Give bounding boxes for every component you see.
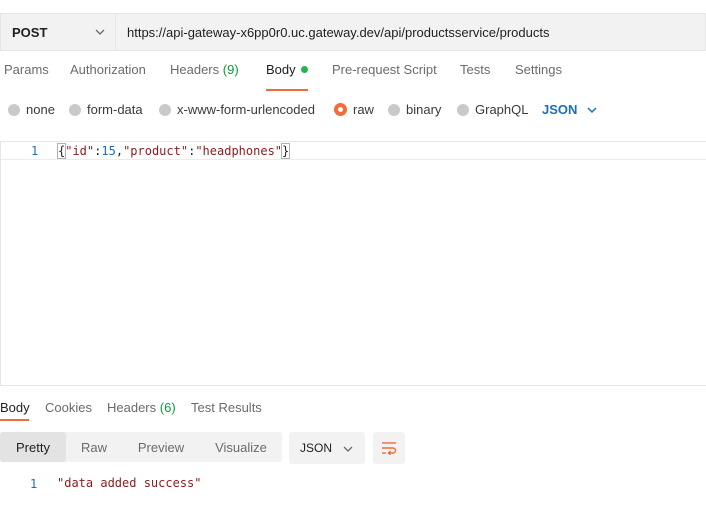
radio-graphql[interactable]: GraphQL [457, 102, 528, 117]
body-format-select[interactable]: JSON [542, 102, 597, 117]
radio-circle-icon [8, 103, 20, 116]
radio-circle-icon [69, 103, 81, 116]
tab-headers-label: Headers [170, 62, 220, 77]
radio-form-data-label: form-data [87, 102, 143, 117]
radio-urlencoded[interactable]: x-www-form-urlencoded [159, 102, 315, 117]
view-raw-button[interactable]: Raw [66, 432, 122, 462]
radio-graphql-label: GraphQL [475, 102, 529, 117]
radio-binary[interactable]: binary [388, 102, 441, 117]
response-tab-body[interactable]: Body [0, 400, 30, 415]
response-tab-test-results[interactable]: Test Results [191, 400, 262, 415]
json-comma: , [115, 144, 124, 158]
response-format-label: JSON [300, 441, 333, 455]
response-tab-cookies[interactable]: Cookies [45, 400, 92, 415]
radio-binary-label: binary [406, 102, 442, 117]
radio-none-label: none [26, 102, 55, 117]
response-tab-headers-label: Headers [107, 400, 157, 415]
editor-line: 1 {"id":15,"product":"headphones"} [1, 142, 706, 160]
response-tab-headers-count: (6) [159, 400, 176, 415]
json-number: 15 [101, 144, 116, 158]
code-line: {"id":15,"product":"headphones"} [56, 143, 291, 159]
chevron-down-icon [587, 106, 597, 113]
active-tab-underline [266, 89, 308, 91]
view-preview-button[interactable]: Preview [122, 432, 200, 462]
radio-selected-icon [334, 103, 347, 116]
tab-prerequest-script[interactable]: Pre-request Script [332, 62, 437, 92]
view-visualize-button[interactable]: Visualize [200, 432, 282, 462]
json-string: "headphones" [195, 144, 283, 158]
json-key: "product" [123, 144, 189, 158]
text-caret [289, 143, 291, 157]
wrap-lines-icon [382, 442, 397, 455]
line-number: 1 [31, 144, 39, 158]
response-format-select[interactable]: JSON [289, 432, 365, 464]
response-view-toggle: Pretty Raw Preview Visualize [0, 432, 282, 462]
json-key: "id" [65, 144, 95, 158]
request-bar: POST https://api-gateway-x6pp0r0.uc.gate… [0, 13, 706, 51]
radio-circle-icon [457, 103, 469, 116]
response-line-number: 1 [30, 477, 38, 491]
tab-tests[interactable]: Tests [460, 62, 490, 92]
wrap-lines-button[interactable] [373, 432, 405, 464]
radio-circle-icon [388, 103, 400, 116]
chevron-down-icon [95, 29, 105, 35]
close-brace: } [280, 143, 291, 159]
radio-raw[interactable]: raw [334, 102, 374, 117]
body-format-label: JSON [542, 102, 578, 117]
view-pretty-button[interactable]: Pretty [0, 432, 66, 462]
active-response-tab-underline [0, 419, 29, 421]
tab-body[interactable]: Body [266, 62, 308, 92]
tab-settings[interactable]: Settings [515, 62, 562, 92]
radio-urlencoded-label: x-www-form-urlencoded [177, 102, 315, 117]
response-tab-headers[interactable]: Headers (6) [107, 400, 176, 415]
status-dot-icon [300, 66, 308, 73]
radio-none[interactable]: none [8, 102, 55, 117]
tab-headers-count: (9) [222, 62, 239, 77]
radio-raw-label: raw [353, 102, 374, 117]
url-input[interactable]: https://api-gateway-x6pp0r0.uc.gateway.d… [116, 13, 706, 51]
method-select[interactable]: POST [0, 13, 116, 51]
body-editor[interactable]: 1 {"id":15,"product":"headphones"} [0, 141, 706, 386]
response-body-text: "data added success" [57, 476, 202, 490]
tab-body-label: Body [266, 62, 296, 77]
method-label: POST [12, 24, 48, 40]
chevron-down-icon [343, 446, 353, 452]
radio-form-data[interactable]: form-data [69, 102, 143, 117]
tab-params[interactable]: Params [4, 62, 49, 92]
tab-authorization[interactable]: Authorization [70, 62, 146, 92]
radio-circle-icon [159, 103, 171, 116]
tab-headers[interactable]: Headers (9) [170, 62, 239, 92]
